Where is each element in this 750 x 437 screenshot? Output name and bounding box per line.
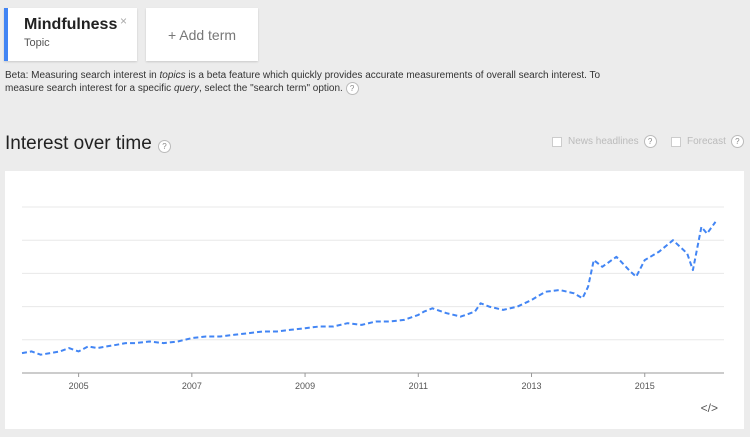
section-title: Interest over time (5, 133, 152, 154)
beta-notice-prefix: Beta: Measuring search interest in (5, 70, 160, 81)
help-icon[interactable]: ? (643, 135, 657, 148)
help-icon[interactable]: ? (730, 135, 744, 148)
interest-over-time-chart: 2005 2007 2009 2011 2013 2015 (21, 206, 724, 391)
x-tick-label: 2013 (522, 381, 542, 391)
help-icon[interactable]: ? (345, 82, 359, 95)
term-card-mindfulness[interactable]: Mindfulness Topic × (4, 8, 137, 61)
forecast-checkbox[interactable] (671, 136, 681, 147)
beta-notice-suffix: , select the "search term" option. (198, 83, 343, 95)
interest-chart-card: 2005 2007 2009 2011 2013 2015 </> (5, 171, 744, 429)
beta-notice-query: query (173, 83, 199, 95)
term-name: Mindfulness (24, 16, 118, 33)
help-icon[interactable]: ? (158, 140, 171, 153)
beta-notice-topics: topics (159, 70, 186, 81)
x-tick-label: 2015 (635, 381, 655, 391)
embed-code-icon[interactable]: </> (701, 401, 718, 415)
news-headlines-option[interactable]: News headlines ? (552, 135, 657, 148)
add-term-button[interactable]: + Add term (146, 8, 258, 61)
forecast-label: Forecast (687, 136, 726, 147)
x-tick-label: 2007 (182, 381, 202, 391)
news-headlines-label: News headlines (568, 136, 639, 147)
news-headlines-checkbox[interactable] (552, 136, 562, 147)
series-line-0 (21, 221, 717, 356)
x-tick-label: 2005 (69, 381, 89, 391)
term-type: Topic (24, 37, 50, 49)
x-tick-label: 2009 (295, 381, 315, 391)
forecast-option[interactable]: Forecast ? (671, 135, 744, 148)
beta-notice: Beta: Measuring search interest in topic… (5, 69, 605, 95)
close-icon[interactable]: × (120, 14, 127, 28)
x-tick-label: 2011 (409, 381, 428, 391)
